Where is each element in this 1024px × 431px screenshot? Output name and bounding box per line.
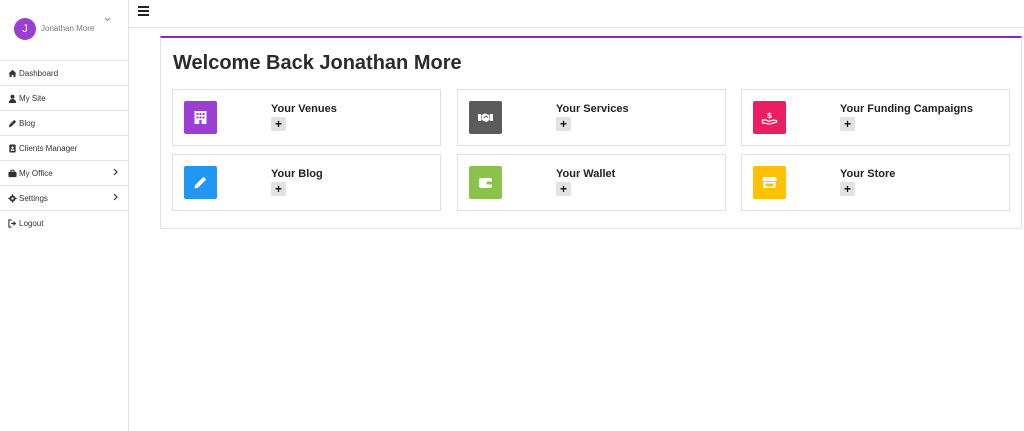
- address-book-icon: [9, 143, 16, 153]
- tile-wallet: [469, 166, 502, 199]
- sidebar-item-my-office[interactable]: My Office: [0, 161, 128, 186]
- add-venue-button[interactable]: +: [271, 117, 286, 131]
- user-icon: [8, 94, 17, 103]
- sidebar-item-logout[interactable]: Logout: [0, 211, 128, 236]
- tile-services: [469, 101, 502, 134]
- card-store[interactable]: Your Store +: [741, 154, 1010, 211]
- pencil-icon: [194, 176, 207, 189]
- handshake-icon: [478, 113, 493, 122]
- add-store-button[interactable]: +: [840, 182, 855, 196]
- card-title: Your Services: [556, 103, 629, 115]
- add-service-button[interactable]: +: [556, 117, 571, 131]
- card-title: Your Blog: [271, 168, 323, 180]
- sidebar-item-dashboard[interactable]: Dashboard: [0, 61, 128, 86]
- chevron-right-icon[interactable]: [113, 168, 118, 176]
- sidebar-item-my-site[interactable]: My Site: [0, 86, 128, 111]
- tile-funding-campaigns: $: [753, 101, 786, 134]
- card-title: Your Wallet: [556, 168, 616, 180]
- sidebar-item-clients-manager[interactable]: Clients Manager: [0, 136, 128, 161]
- card-venues[interactable]: Your Venues +: [172, 89, 441, 146]
- card-funding-campaigns[interactable]: $ Your Funding Campaigns +: [741, 89, 1010, 146]
- tile-venues: [184, 101, 217, 134]
- chevron-down-icon[interactable]: [104, 17, 111, 22]
- building-icon: [194, 111, 207, 124]
- sidebar-item-label: Logout: [19, 219, 44, 228]
- top-bar: [129, 0, 1024, 28]
- sidebar-item-label: My Office: [19, 168, 53, 178]
- sidebar: J Jonathan More Dashboard My Site Blog C…: [0, 0, 129, 431]
- sidebar-item-settings[interactable]: Settings: [0, 186, 128, 211]
- user-name[interactable]: Jonathan More: [41, 24, 94, 33]
- briefcase-icon: [8, 169, 17, 177]
- avatar[interactable]: J: [14, 18, 36, 40]
- tile-store: [753, 166, 786, 199]
- add-wallet-button[interactable]: +: [556, 182, 571, 196]
- home-icon: [8, 69, 17, 77]
- card-title: Your Store: [840, 168, 896, 180]
- donate-icon: $: [761, 111, 778, 125]
- card-title: Your Venues: [271, 103, 337, 115]
- page-title: Welcome Back Jonathan More: [173, 52, 462, 74]
- dashboard-panel: Welcome Back Jonathan More Your Venues +…: [160, 36, 1022, 229]
- card-blog[interactable]: Your Blog +: [172, 154, 441, 211]
- card-wallet[interactable]: Your Wallet +: [457, 154, 726, 211]
- card-services[interactable]: Your Services +: [457, 89, 726, 146]
- pencil-icon: [8, 119, 17, 127]
- add-funding-campaign-button[interactable]: +: [840, 117, 855, 131]
- gear-icon: [8, 193, 17, 203]
- tile-blog: [184, 166, 217, 199]
- sidebar-item-label: My Site: [19, 93, 46, 103]
- hamburger-menu-icon[interactable]: [138, 6, 149, 16]
- sign-out-icon: [8, 219, 17, 228]
- store-icon: [762, 177, 777, 188]
- svg-text:$: $: [767, 111, 773, 120]
- sidebar-item-label: Settings: [19, 193, 48, 203]
- sidebar-item-label: Blog: [19, 118, 36, 128]
- user-menu[interactable]: J Jonathan More: [0, 0, 128, 61]
- sidebar-item-blog[interactable]: Blog: [0, 111, 128, 136]
- card-title: Your Funding Campaigns: [840, 103, 974, 115]
- sidebar-item-label: Clients Manager: [19, 143, 78, 153]
- chevron-right-icon[interactable]: [113, 193, 118, 201]
- wallet-icon: [479, 178, 492, 188]
- add-blog-button[interactable]: +: [271, 182, 286, 196]
- sidebar-item-label: Dashboard: [19, 68, 59, 78]
